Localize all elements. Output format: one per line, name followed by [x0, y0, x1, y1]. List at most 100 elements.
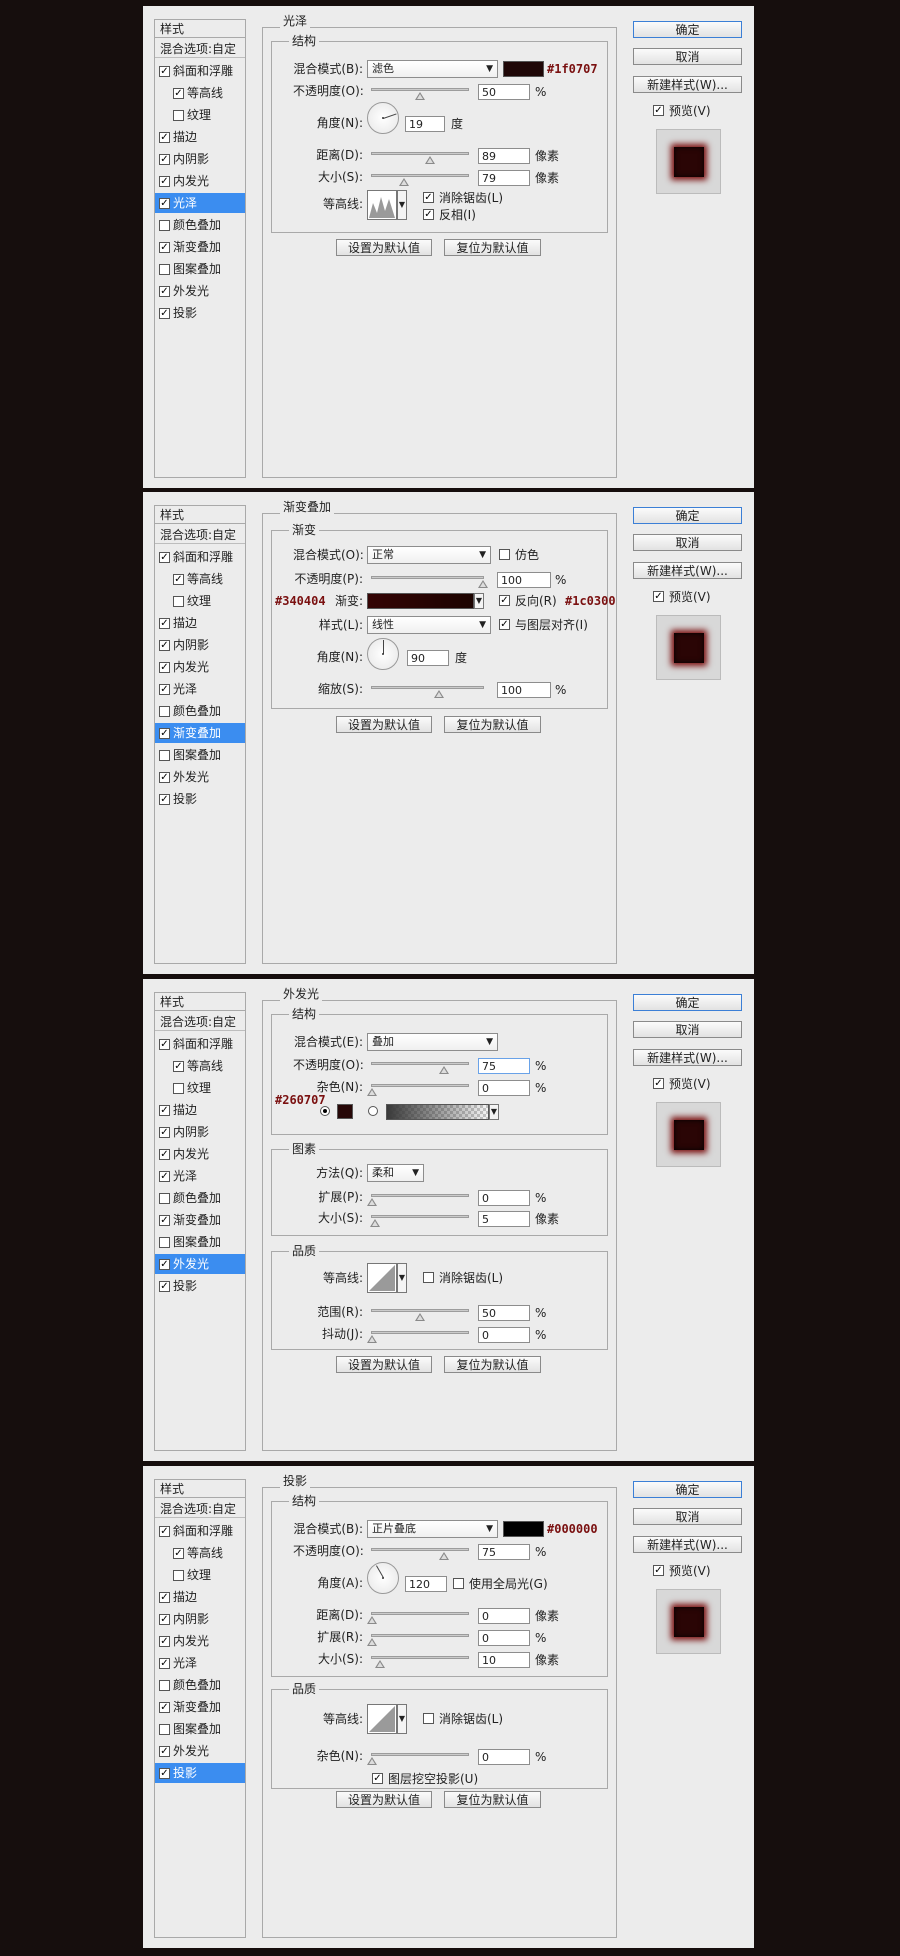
solid-color-radio[interactable] [320, 1106, 330, 1116]
opacity-slider[interactable] [371, 1548, 469, 1560]
sidebar-item-color-overlay[interactable]: 颜色叠加 [155, 701, 245, 721]
checkbox[interactable]: ✓ [159, 1658, 170, 1669]
checkbox[interactable] [159, 1680, 170, 1691]
sidebar-item-texture[interactable]: 纹理 [155, 1565, 245, 1585]
sidebar-item-outer-glow[interactable]: ✓ 外发光 [155, 767, 245, 787]
new-style-button[interactable]: 新建样式(W)... [633, 1536, 742, 1553]
slider-thumb[interactable] [439, 1066, 449, 1074]
set-default-button[interactable]: 设置为默认值 [336, 716, 432, 733]
checkbox[interactable]: ✓ [159, 1526, 170, 1537]
sidebar-item-color-overlay[interactable]: 颜色叠加 [155, 215, 245, 235]
opacity-input[interactable]: 75 [478, 1058, 530, 1074]
sidebar-item-contour[interactable]: ✓ 等高线 [155, 1543, 245, 1563]
checkbox[interactable]: ✓ [159, 286, 170, 297]
reset-default-button[interactable]: 复位为默认值 [444, 716, 541, 733]
checkbox[interactable]: ✓ [159, 1259, 170, 1270]
chevron-down-icon[interactable]: ▼ [397, 1263, 407, 1293]
checkbox[interactable] [159, 750, 170, 761]
angle-input[interactable]: 90 [407, 650, 449, 666]
sidebar-item-gradient-overlay[interactable]: ✓ 渐变叠加 [155, 1210, 245, 1230]
set-default-button[interactable]: 设置为默认值 [336, 1356, 432, 1373]
checkbox[interactable]: ✓ [159, 1592, 170, 1603]
slider-thumb[interactable] [415, 92, 425, 100]
checkbox[interactable]: ✓ [159, 1171, 170, 1182]
preview-checkbox[interactable]: ✓ 预览(V) [653, 1563, 711, 1579]
checkbox[interactable]: ✓ [173, 1061, 184, 1072]
sidebar-blend-options[interactable]: 混合选项:自定 [155, 526, 245, 544]
sidebar-blend-options[interactable]: 混合选项:自定 [155, 40, 245, 58]
align-checkbox[interactable]: ✓ 与图层对齐(I) [499, 617, 588, 633]
distance-input[interactable]: 89 [478, 148, 530, 164]
opacity-slider[interactable] [371, 1062, 469, 1074]
slider-thumb[interactable] [433, 690, 444, 698]
checkbox[interactable] [159, 1237, 170, 1248]
slider-thumb[interactable] [415, 1313, 425, 1321]
sidebar-item-inner-glow[interactable]: ✓ 内发光 [155, 171, 245, 191]
jitter-input[interactable]: 0 [478, 1327, 530, 1343]
sidebar-item-inner-glow[interactable]: ✓ 内发光 [155, 1631, 245, 1651]
cancel-button[interactable]: 取消 [633, 1508, 742, 1525]
global-light-checkbox[interactable]: 使用全局光(G) [453, 1576, 548, 1592]
gradient-picker[interactable] [367, 593, 474, 609]
new-style-button[interactable]: 新建样式(W)... [633, 76, 742, 93]
sidebar-item-color-overlay[interactable]: 颜色叠加 [155, 1675, 245, 1695]
sidebar-item-drop-shadow[interactable]: ✓ 投影 [155, 1276, 245, 1296]
slider-thumb[interactable] [367, 1088, 377, 1096]
checkbox[interactable] [159, 264, 170, 275]
range-slider[interactable] [371, 1309, 469, 1321]
technique-select[interactable]: 柔和 ▼ [367, 1164, 424, 1182]
slider-thumb[interactable] [424, 156, 435, 164]
reverse-checkbox[interactable]: ✓ 反向(R) [499, 593, 557, 609]
preview-checkbox[interactable]: ✓ 预览(V) [653, 103, 711, 119]
jitter-slider[interactable] [367, 1331, 469, 1343]
sidebar-item-drop-shadow[interactable]: ✓ 投影 [155, 1763, 245, 1783]
shadow-color-swatch[interactable] [503, 1521, 544, 1537]
noise-slider[interactable] [367, 1084, 469, 1096]
cancel-button[interactable]: 取消 [633, 48, 742, 65]
checkbox[interactable]: ✓ [173, 1548, 184, 1559]
size-input[interactable]: 79 [478, 170, 530, 186]
checkbox[interactable]: ✓ [159, 1636, 170, 1647]
checkbox[interactable]: ✓ [173, 574, 184, 585]
checkbox[interactable] [159, 1724, 170, 1735]
contour-picker[interactable] [367, 1704, 397, 1734]
slider-thumb[interactable] [398, 178, 409, 186]
sidebar-item-texture[interactable]: 纹理 [155, 105, 245, 125]
preview-checkbox[interactable]: ✓ 预览(V) [653, 1076, 711, 1092]
chevron-down-icon[interactable]: ▼ [397, 190, 407, 220]
checkbox[interactable]: ✓ [159, 640, 170, 651]
size-slider[interactable] [371, 1656, 469, 1668]
slider-thumb[interactable] [374, 1660, 385, 1668]
checkbox[interactable]: ✓ [159, 1614, 170, 1625]
checkbox[interactable] [173, 596, 184, 607]
sidebar-item-bevel-emboss[interactable]: ✓ 斜面和浮雕 [155, 61, 245, 81]
angle-dial[interactable] [367, 102, 399, 134]
size-input[interactable]: 10 [478, 1652, 530, 1668]
antialias-checkbox[interactable]: 消除锯齿(L) [423, 1711, 503, 1727]
blend-mode-select[interactable]: 叠加 ▼ [367, 1033, 498, 1051]
checkbox[interactable] [173, 110, 184, 121]
sidebar-item-bevel-emboss[interactable]: ✓ 斜面和浮雕 [155, 1521, 245, 1541]
sidebar-item-outer-glow[interactable]: ✓ 外发光 [155, 1741, 245, 1761]
noise-input[interactable]: 0 [478, 1749, 530, 1765]
reset-default-button[interactable]: 复位为默认值 [444, 239, 541, 256]
blend-mode-select[interactable]: 正片叠底 ▼ [367, 1520, 498, 1538]
ok-button[interactable]: 确定 [633, 1481, 742, 1498]
preview-checkbox[interactable]: ✓ 预览(V) [653, 589, 711, 605]
checkbox[interactable]: ✓ [159, 728, 170, 739]
sidebar-blend-options[interactable]: 混合选项:自定 [155, 1500, 245, 1518]
gradient-radio[interactable] [368, 1106, 378, 1116]
sidebar-item-drop-shadow[interactable]: ✓ 投影 [155, 303, 245, 323]
scale-slider[interactable] [371, 686, 484, 698]
chevron-down-icon[interactable]: ▼ [397, 1704, 407, 1734]
checkbox[interactable] [173, 1570, 184, 1581]
chevron-down-icon[interactable]: ▼ [474, 593, 484, 609]
spread-slider[interactable] [367, 1194, 469, 1206]
style-select[interactable]: 线性 ▼ [367, 616, 491, 634]
sidebar-item-outer-glow[interactable]: ✓ 外发光 [155, 1254, 245, 1274]
sidebar-item-stroke[interactable]: ✓ 描边 [155, 1100, 245, 1120]
blend-mode-select[interactable]: 滤色 ▼ [367, 60, 498, 78]
ok-button[interactable]: 确定 [633, 994, 742, 1011]
sidebar-item-inner-glow[interactable]: ✓ 内发光 [155, 657, 245, 677]
checkbox[interactable]: ✓ [159, 684, 170, 695]
